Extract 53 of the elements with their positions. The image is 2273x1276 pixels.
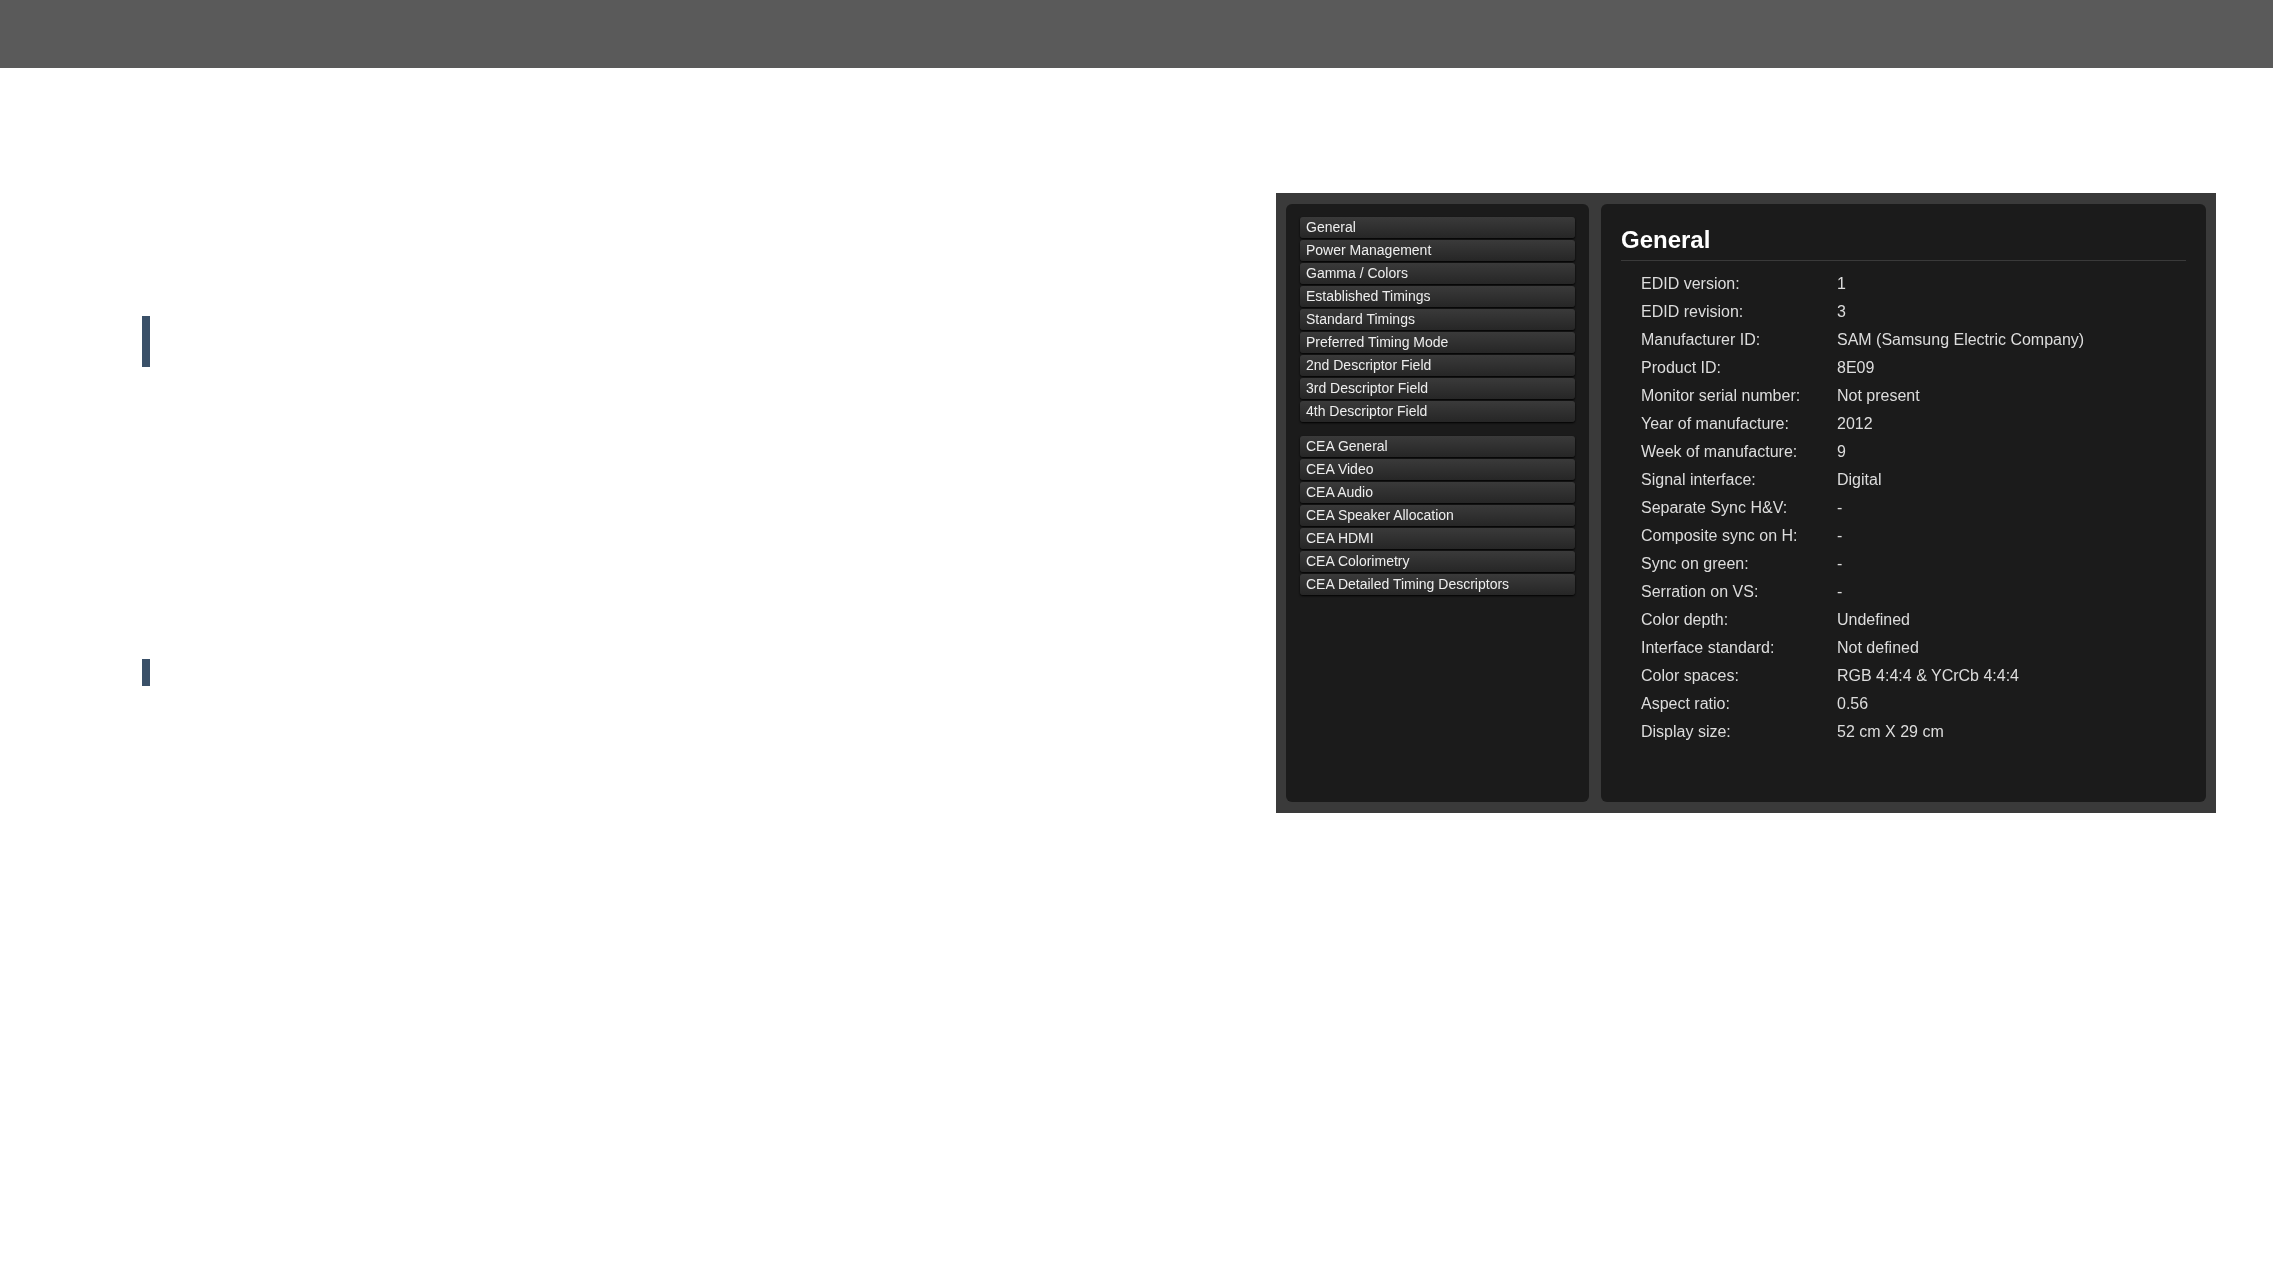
field-value: 3 (1837, 302, 1847, 322)
field-value: 52 cm X 29 cm (1837, 722, 1945, 742)
field-label: Display size: (1641, 722, 1732, 742)
field-label: Composite sync on H: (1641, 526, 1799, 546)
field-value: - (1837, 526, 1844, 546)
sidebar-item[interactable]: CEA Audio (1300, 482, 1575, 503)
field-value: 0.56 (1837, 694, 1870, 714)
field-value: 2012 (1837, 414, 1874, 434)
field-value: Not present (1837, 386, 1921, 406)
sidebar-item[interactable]: Preferred Timing Mode (1300, 332, 1575, 353)
sidebar-item[interactable]: 4th Descriptor Field (1300, 401, 1575, 422)
field-value: - (1837, 498, 1844, 518)
sidebar-item[interactable]: CEA General (1300, 436, 1575, 457)
field-value: Digital (1837, 470, 1883, 490)
field-label: Year of manufacture: (1641, 414, 1790, 434)
sidebar-item[interactable]: CEA Detailed Timing Descriptors (1300, 574, 1575, 595)
sidebar-item[interactable]: Established Timings (1300, 286, 1575, 307)
field-label: Week of manufacture: (1641, 442, 1799, 462)
field-label: Interface standard: (1641, 638, 1776, 658)
section-title: General (1621, 226, 2186, 261)
sidebar-item[interactable]: 3rd Descriptor Field (1300, 378, 1575, 399)
field-value: 1 (1837, 274, 1847, 294)
field-value: SAM (Samsung Electric Company) (1837, 330, 2085, 350)
field-label: EDID version: (1641, 274, 1741, 294)
field-value: 9 (1837, 442, 1847, 462)
sidebar-item[interactable]: Power Management (1300, 240, 1575, 261)
accent-bar (142, 316, 150, 367)
field-label: EDID revision: (1641, 302, 1745, 322)
field-label: Aspect ratio: (1641, 694, 1731, 714)
field-value: 8E09 (1837, 358, 1876, 378)
accent-bar (142, 659, 150, 686)
sidebar-item[interactable]: CEA Speaker Allocation (1300, 505, 1575, 526)
field-label: Sync on green: (1641, 554, 1750, 574)
field-label: Color depth: (1641, 610, 1730, 630)
sidebar-item[interactable]: CEA HDMI (1300, 528, 1575, 549)
field-value: Not defined (1837, 638, 1920, 658)
field-label: Monitor serial number: (1641, 386, 1802, 406)
field-label: Product ID: (1641, 358, 1723, 378)
field-label: Manufacturer ID: (1641, 330, 1762, 350)
field-value: RGB 4:4:4 & YCrCb 4:4:4 (1837, 666, 2020, 686)
field-label: Signal interface: (1641, 470, 1757, 490)
field-value: - (1837, 582, 1844, 602)
sidebar-item[interactable]: General (1300, 217, 1575, 238)
field-label: Color spaces: (1641, 666, 1740, 686)
field-value: Undefined (1837, 610, 1911, 630)
sidebar-item[interactable]: CEA Video (1300, 459, 1575, 480)
sidebar-item[interactable]: Standard Timings (1300, 309, 1575, 330)
field-label: Serration on VS: (1641, 582, 1760, 602)
sidebar-item[interactable]: CEA Colorimetry (1300, 551, 1575, 572)
field-value: - (1837, 554, 1844, 574)
field-label: Separate Sync H&V: (1641, 498, 1789, 518)
sidebar-item[interactable]: 2nd Descriptor Field (1300, 355, 1575, 376)
sidebar-item[interactable]: Gamma / Colors (1300, 263, 1575, 284)
